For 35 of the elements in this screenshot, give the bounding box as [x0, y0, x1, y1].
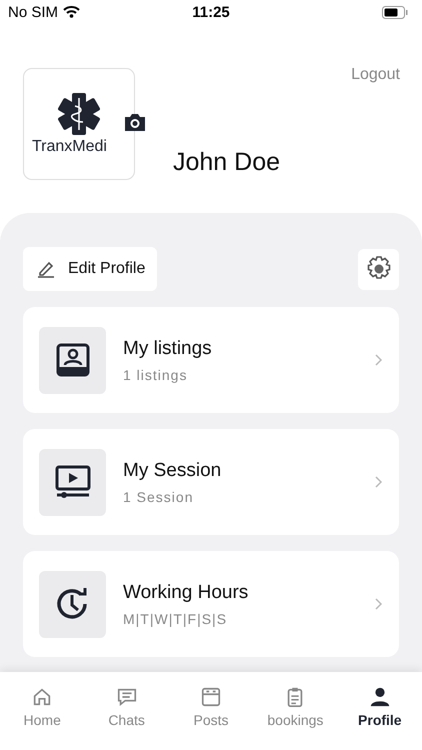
- menu-card[interactable]: My listings 1 listings: [23, 307, 399, 413]
- card-title: My Session: [123, 460, 222, 482]
- battery-icon: [382, 6, 408, 18]
- window-icon: [200, 686, 222, 708]
- card-title: My listings: [123, 338, 213, 360]
- tab-item[interactable]: bookings: [253, 686, 338, 750]
- card-subtitle: 1 listings: [123, 366, 188, 382]
- logout-button[interactable]: Logout: [351, 66, 400, 84]
- edit-profile-button[interactable]: Edit Profile: [23, 247, 158, 291]
- carrier-text: No SIM: [8, 4, 58, 20]
- chat-bubble-icon: [116, 686, 138, 708]
- chevron-right-icon: [375, 598, 383, 610]
- user-name: John Doe: [173, 148, 280, 177]
- tab-item[interactable]: Profile: [338, 686, 422, 750]
- tab-item[interactable]: Posts: [168, 686, 254, 750]
- logo-text: TranxMedi: [32, 138, 107, 156]
- tab-item[interactable]: Home: [0, 686, 84, 750]
- card-subtitle: M|T|W|T|F|S|S: [123, 610, 228, 626]
- tab-item[interactable]: Chats: [84, 686, 169, 750]
- wifi-icon: [63, 6, 80, 18]
- video-play-icon: [54, 465, 90, 499]
- person-icon: [368, 686, 391, 708]
- star-of-life-icon: [57, 92, 101, 136]
- chevron-right-icon: [375, 476, 383, 488]
- profile-frame-icon: [56, 343, 90, 377]
- clock-time: 11:25: [192, 4, 230, 20]
- card-title: Working Hours: [123, 582, 250, 604]
- camera-icon[interactable]: [123, 112, 147, 132]
- chevron-right-icon: [375, 354, 383, 366]
- menu-card[interactable]: Working Hours M|T|W|T|F|S|S: [23, 551, 399, 657]
- settings-icon: [366, 256, 392, 282]
- pencil-icon: [37, 260, 55, 278]
- menu-card[interactable]: My Session 1 Session: [23, 429, 399, 535]
- card-subtitle: 1 Session: [123, 488, 194, 504]
- settings-button[interactable]: [358, 248, 399, 290]
